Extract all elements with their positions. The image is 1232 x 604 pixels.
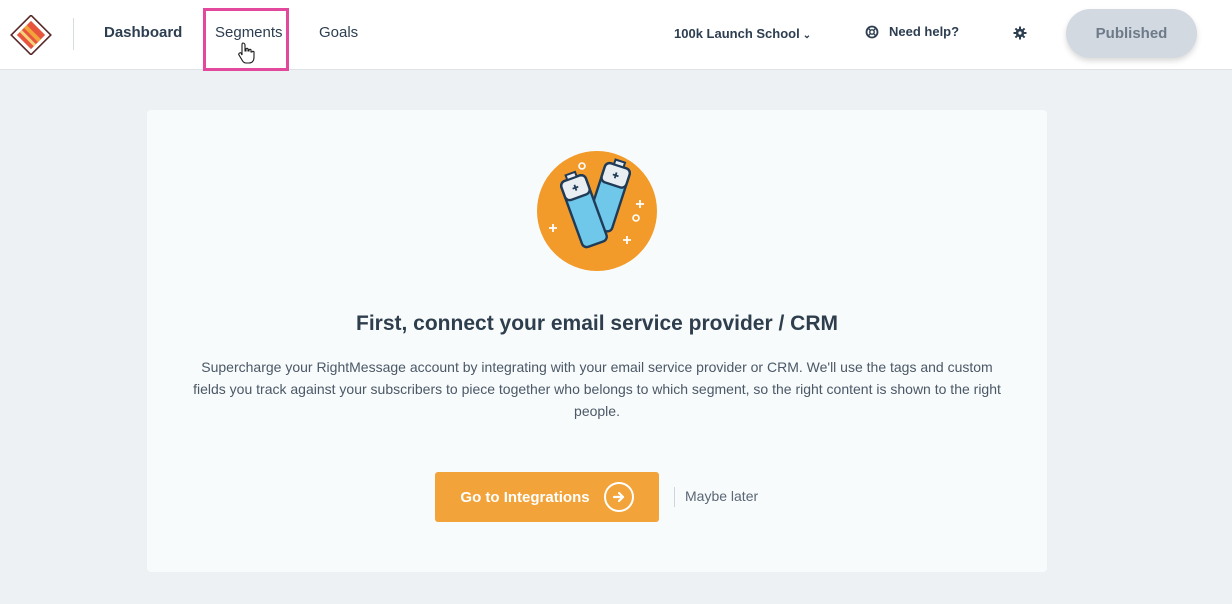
nav-dashboard[interactable]: Dashboard <box>104 24 182 41</box>
logo-icon[interactable] <box>10 15 52 55</box>
arrow-right-icon <box>603 482 634 512</box>
onboarding-card: First, connect your email service provid… <box>147 110 1047 572</box>
go-to-integrations-label: Go to Integrations <box>460 488 590 506</box>
chevron-down-icon: ⌄ <box>802 30 812 41</box>
top-navigation-bar: Dashboard Segments Goals 100k Launch Sch… <box>0 0 1232 71</box>
battery-illustration <box>537 151 657 271</box>
button-divider <box>674 487 675 507</box>
account-name: 100k Launch School <box>674 26 800 41</box>
lifebuoy-icon <box>865 25 879 38</box>
gear-icon[interactable] <box>1013 26 1027 40</box>
nav-goals[interactable]: Goals <box>319 24 358 41</box>
nav-divider <box>73 18 74 50</box>
account-switcher[interactable]: 100k Launch School ⌄ <box>674 26 811 41</box>
page-title: First, connect your email service provid… <box>356 312 838 335</box>
go-to-integrations-button[interactable]: Go to Integrations <box>435 472 659 522</box>
published-button[interactable]: Published <box>1066 9 1197 58</box>
hand-cursor-icon <box>238 42 255 64</box>
maybe-later-link[interactable]: Maybe later <box>685 488 758 504</box>
help-link[interactable]: Need help? <box>865 24 959 39</box>
description-text: Supercharge your RightMessage account by… <box>193 359 1001 419</box>
help-label: Need help? <box>889 24 960 39</box>
